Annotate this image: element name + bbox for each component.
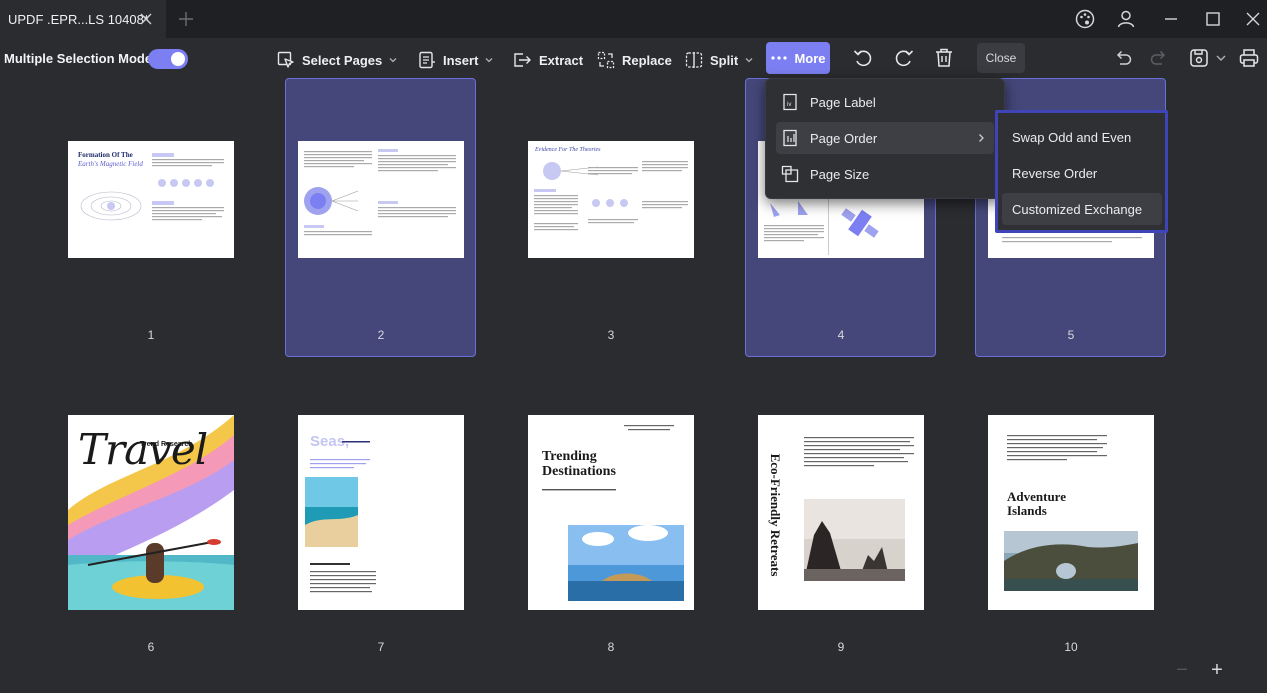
insert-icon <box>419 51 435 69</box>
save-options-chevron-icon[interactable] <box>1214 48 1228 68</box>
page-size-icon <box>781 165 799 183</box>
menu-item-page-order[interactable]: Page Order <box>776 122 994 154</box>
multiple-selection-label: Multiple Selection Mode <box>4 51 153 66</box>
page-label-icon: iv <box>783 93 797 111</box>
close-label: Close <box>985 51 1017 65</box>
reverse-order-text: Reverse Order <box>1012 165 1098 181</box>
extract-label: Extract <box>539 52 584 68</box>
submenu-item-swap-odd-even[interactable]: Swap Odd and Even <box>1002 121 1162 153</box>
split-button[interactable]: Split <box>684 46 754 74</box>
page-thumbnail[interactable]: Trend Research Travel <box>68 415 234 610</box>
page-content-preview <box>804 437 914 581</box>
document-tab[interactable]: UPDF .EPR...LS 10408* <box>0 0 166 38</box>
undo-icon[interactable] <box>1111 46 1135 70</box>
split-label: Split <box>710 52 739 68</box>
svg-text:iv: iv <box>787 102 791 108</box>
page-organizer-toolbar: Multiple Selection Mode Select Pages Ins… <box>0 38 1267 80</box>
page-thumbnail[interactable]: Evidence For The Theories <box>528 141 694 258</box>
print-icon[interactable] <box>1237 46 1261 70</box>
insert-button[interactable]: Insert <box>417 46 494 74</box>
multiple-selection-toggle[interactable] <box>148 49 188 69</box>
swap-odd-even-text: Swap Odd and Even <box>1012 129 1132 145</box>
more-dots-icon <box>771 56 788 60</box>
page-order-submenu: Swap Odd and Even Reverse Order Customiz… <box>995 110 1168 233</box>
maximize-window-icon[interactable] <box>1202 8 1224 30</box>
document-tab-title: UPDF .EPR...LS 10408* <box>8 11 149 27</box>
customized-exchange-text: Customized Exchange <box>1012 201 1143 217</box>
select-pages-label: Select Pages <box>302 52 383 68</box>
page-1-subtitle: Earth's Magnetic Field <box>78 160 143 168</box>
page-6-title: Travel <box>78 425 208 474</box>
replace-label: Replace <box>622 52 672 68</box>
page-size-text: Page Size <box>810 166 870 182</box>
rotate-left-icon[interactable] <box>851 46 875 70</box>
chevron-down-icon <box>485 58 493 63</box>
page-number: 3 <box>607 328 615 342</box>
menu-item-page-size[interactable]: Page Size <box>776 158 994 190</box>
extract-button[interactable]: Extract <box>511 46 583 74</box>
insert-label: Insert <box>443 52 479 68</box>
select-pages-button[interactable]: Select Pages <box>276 46 398 74</box>
close-window-icon[interactable] <box>1242 8 1264 30</box>
page-order-text: Page Order <box>810 130 878 146</box>
page-number: 10 <box>1064 640 1078 654</box>
page-thumbnail[interactable] <box>298 141 464 258</box>
page-label-text: Page Label <box>810 94 876 110</box>
zoom-out-icon[interactable]: − <box>1172 660 1192 680</box>
chevron-right-icon <box>979 134 984 142</box>
split-icon <box>685 52 703 68</box>
extract-icon <box>514 53 531 67</box>
account-icon[interactable] <box>1115 8 1137 30</box>
page-order-icon <box>783 129 797 147</box>
save-icon[interactable] <box>1187 46 1211 70</box>
submenu-item-customized-exchange[interactable]: Customized Exchange <box>1002 193 1162 225</box>
rotate-right-icon[interactable] <box>892 46 916 70</box>
page-number: 5 <box>1067 328 1075 342</box>
page-number: 6 <box>147 640 155 654</box>
page-number: 4 <box>837 328 845 342</box>
replace-icon <box>597 51 615 69</box>
replace-button[interactable]: Replace <box>596 46 672 74</box>
page-content-preview <box>1004 435 1138 591</box>
page-number: 1 <box>147 328 155 342</box>
page-text-lines <box>152 153 224 221</box>
page-number: 2 <box>377 328 385 342</box>
minimize-window-icon[interactable] <box>1160 8 1182 30</box>
more-dropdown-menu: iv Page Label Page Order Page Size <box>765 78 1005 199</box>
page-thumbnail[interactable]: Formation Of The Earth's Magnetic Field <box>68 141 234 258</box>
page-thumbnail[interactable]: Seas, <box>298 415 464 610</box>
page-number: 7 <box>377 640 385 654</box>
redo-icon[interactable] <box>1147 46 1171 70</box>
close-organizer-button[interactable]: Close <box>977 43 1025 73</box>
more-label: More <box>794 50 826 66</box>
page-number: 8 <box>607 640 615 654</box>
title-bar: UPDF .EPR...LS 10408* <box>0 0 1267 38</box>
theme-palette-icon[interactable] <box>1074 8 1096 30</box>
new-tab-icon[interactable] <box>176 9 196 29</box>
page-thumbnail[interactable]: Trending Destinations <box>528 415 694 610</box>
page-content-preview <box>304 149 456 236</box>
submenu-item-reverse-order[interactable]: Reverse Order <box>1002 157 1162 189</box>
chevron-down-icon <box>389 58 397 63</box>
delete-icon[interactable] <box>932 46 956 70</box>
page-thumbnail[interactable]: Adventure Islands <box>988 415 1154 610</box>
menu-item-page-label[interactable]: iv Page Label <box>776 86 994 118</box>
page-content-preview <box>534 161 688 231</box>
chevron-down-icon <box>745 58 753 63</box>
toggle-knob <box>171 52 185 66</box>
magnetic-field-diagram <box>80 191 142 221</box>
select-pages-icon <box>277 51 294 68</box>
more-button[interactable]: More <box>766 42 830 74</box>
page-number: 9 <box>837 640 845 654</box>
page-content-preview <box>305 441 376 593</box>
page-thumbnail[interactable]: Eco-Friendly Retreats <box>758 415 924 610</box>
page-1-title: Formation Of The <box>78 151 133 159</box>
close-tab-icon[interactable] <box>138 11 154 27</box>
zoom-in-icon[interactable]: + <box>1207 660 1227 680</box>
page-content-preview <box>542 425 684 601</box>
